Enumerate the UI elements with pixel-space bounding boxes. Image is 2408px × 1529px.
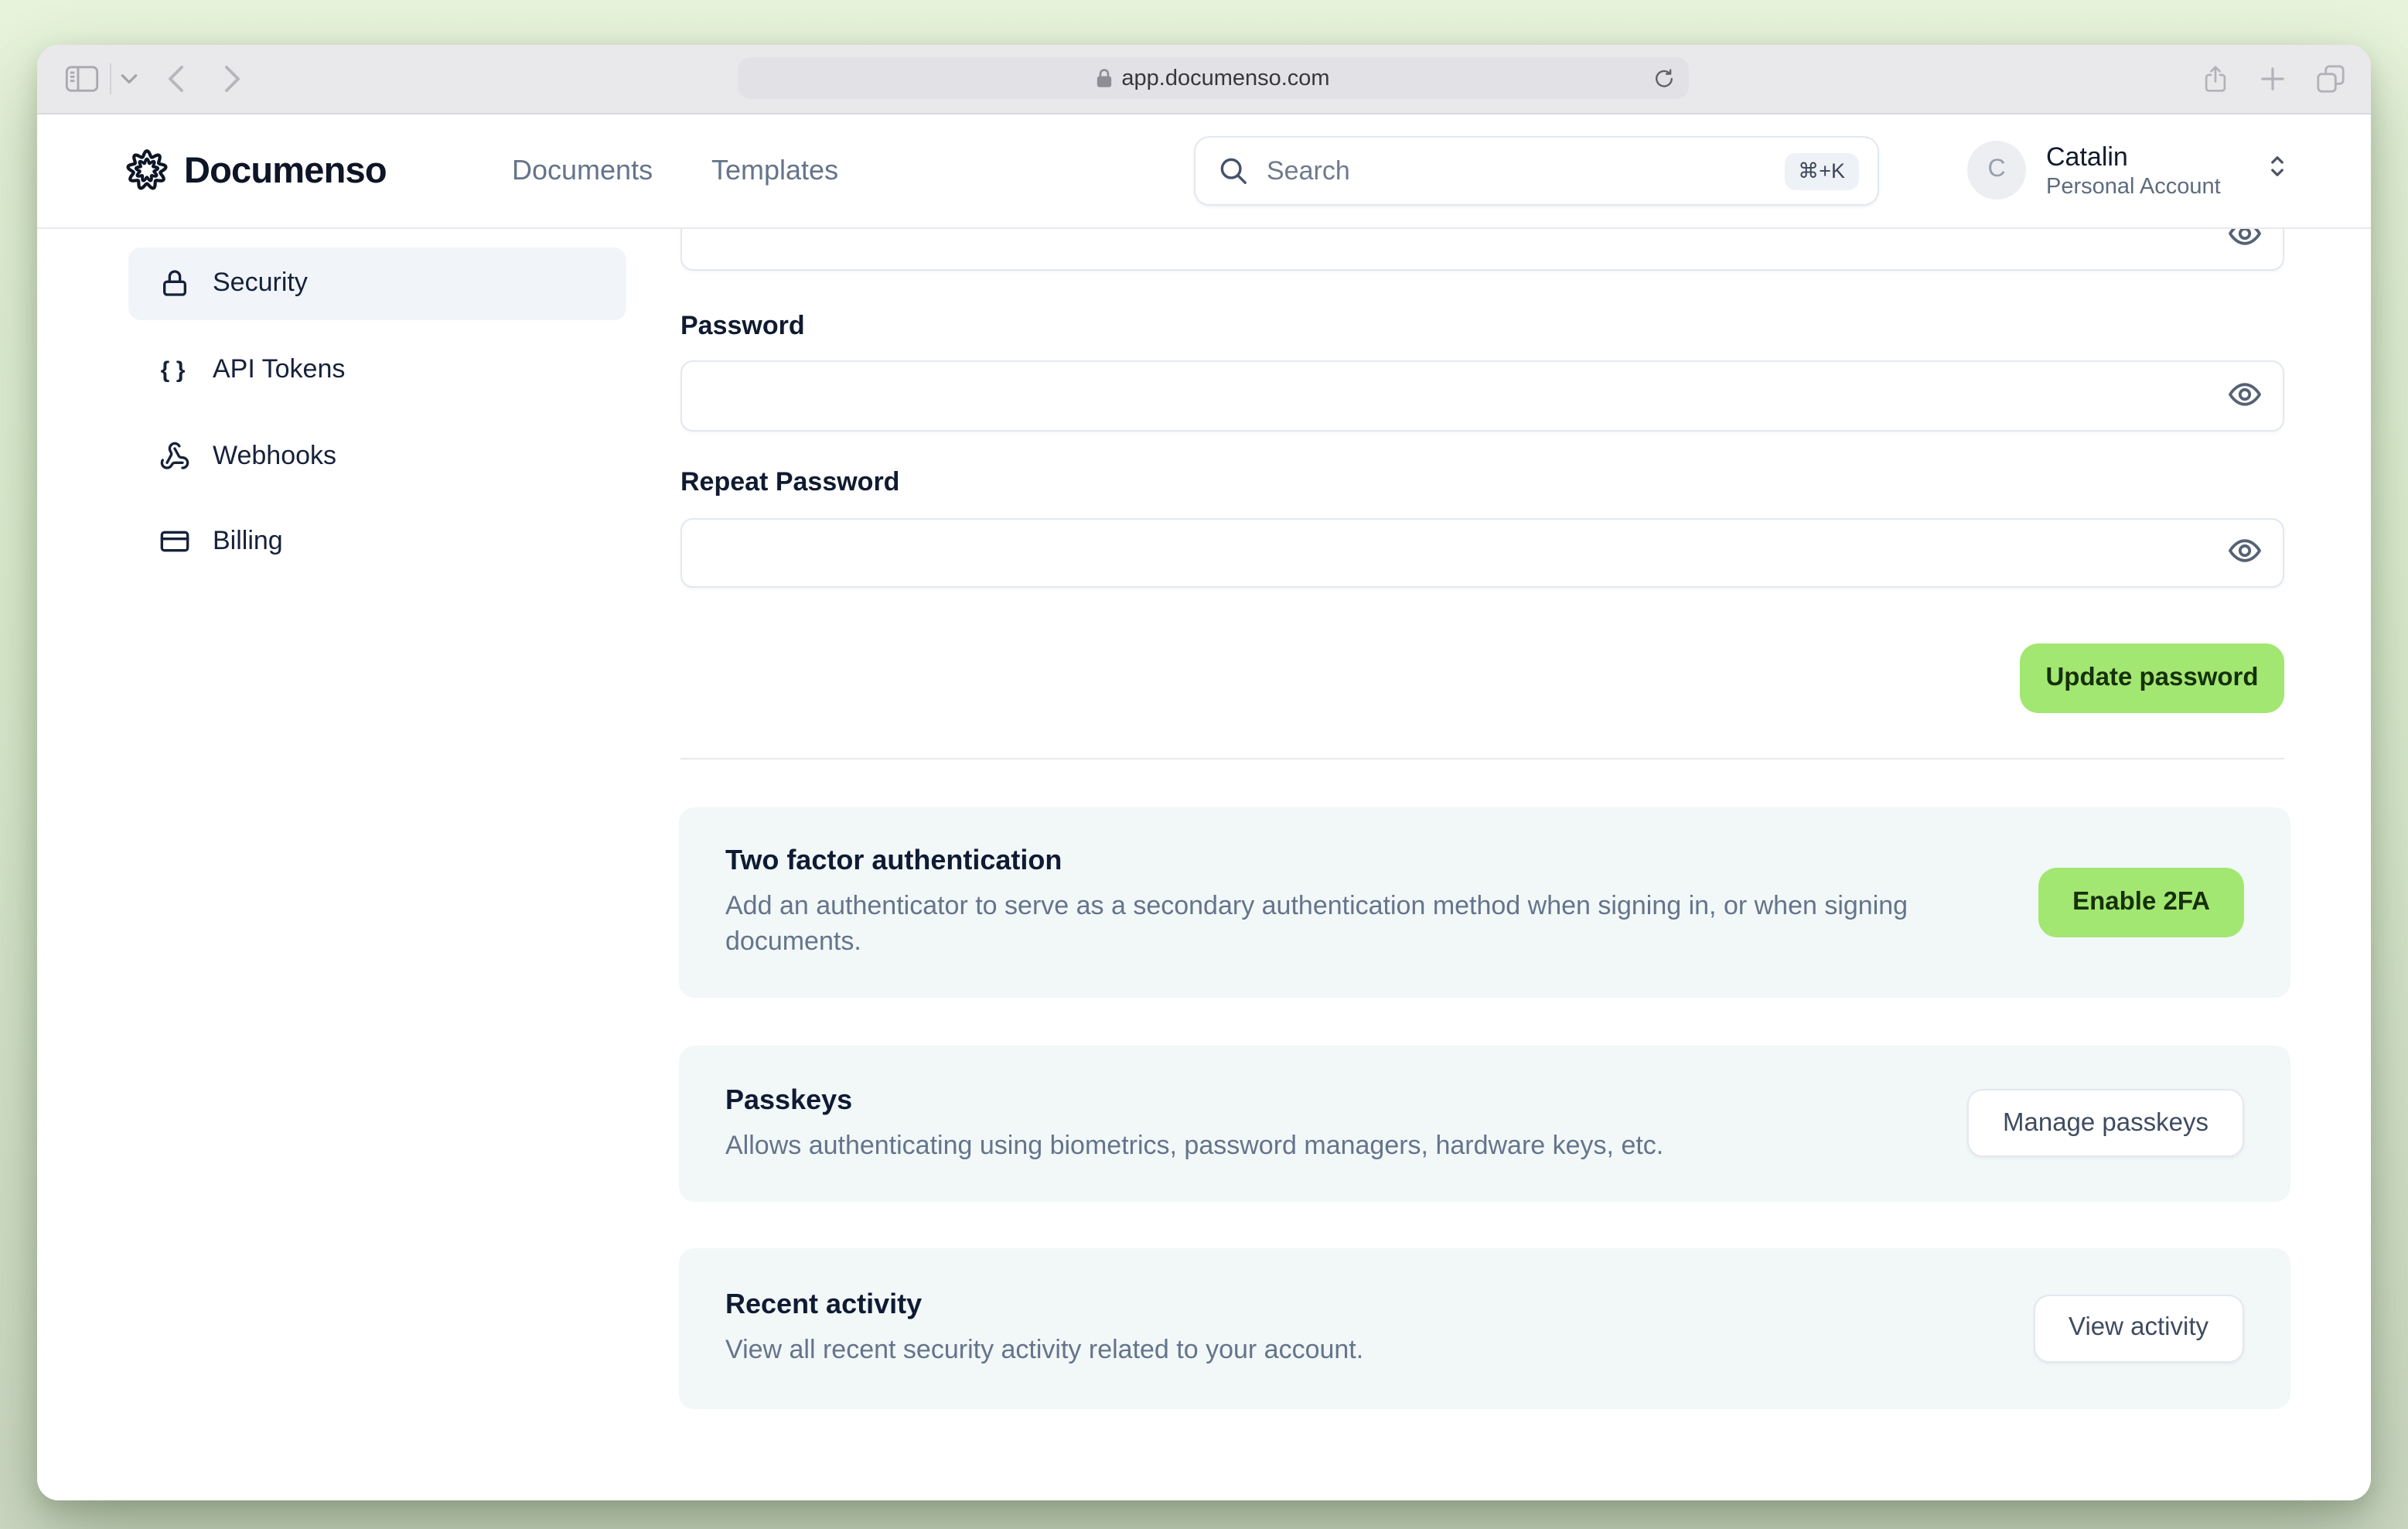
repeat-password-label: Repeat Password	[680, 467, 900, 497]
repeat-password-field	[680, 517, 2284, 588]
share-icon[interactable]	[2202, 64, 2229, 94]
brand-home-link[interactable]: Documenso	[124, 114, 387, 227]
documenso-logo-icon	[126, 149, 168, 190]
card-description: View all recent security activity relate…	[725, 1335, 1364, 1364]
sidebar-panel-icon[interactable]	[65, 65, 99, 92]
section-divider	[680, 757, 2284, 759]
brand-name: Documenso	[184, 149, 387, 189]
eye-icon	[2227, 228, 2261, 244]
card-title: Two factor authentication	[725, 845, 1062, 875]
tab-overview-icon[interactable]	[2317, 64, 2345, 93]
recent-activity-text: Recent activity View all recent security…	[725, 1288, 1363, 1367]
browser-window: app.documenso.com Documenso Documents Te…	[37, 45, 2371, 1500]
view-activity-button[interactable]: View activity	[2033, 1294, 2244, 1362]
new-tab-icon[interactable]	[2261, 67, 2284, 90]
sidebar-item-label: Webhooks	[213, 440, 337, 469]
two-factor-text: Two factor authentication Add an authent…	[725, 845, 1963, 959]
password-input[interactable]	[682, 361, 2283, 429]
reload-icon[interactable]	[1653, 67, 1675, 89]
sidebar-item-label: API Tokens	[213, 354, 346, 384]
app-header: Documenso Documents Templates Search ⌘+K…	[37, 114, 2371, 228]
card-title: Recent activity	[725, 1288, 923, 1319]
nav-templates[interactable]: Templates	[711, 114, 838, 227]
address-bar[interactable]: app.documenso.com	[738, 57, 1689, 99]
toggle-visibility-button[interactable]	[2226, 536, 2263, 570]
toggle-visibility-button[interactable]	[2226, 378, 2263, 412]
back-icon[interactable]	[167, 65, 184, 93]
search-icon	[1220, 158, 1247, 184]
toolbar-divider	[110, 63, 111, 94]
passkeys-card: Passkeys Allows authenticating using bio…	[679, 1045, 2290, 1201]
card-description: Allows authenticating using biometrics, …	[725, 1130, 1664, 1159]
manage-passkeys-button[interactable]: Manage passkeys	[1967, 1089, 2244, 1157]
search-input[interactable]: Search ⌘+K	[1194, 136, 1879, 206]
repeat-password-input[interactable]	[682, 519, 2283, 586]
sidebar-item-security[interactable]: Security	[128, 247, 626, 319]
chevron-down-icon[interactable]	[121, 73, 138, 84]
search-placeholder: Search	[1267, 155, 1350, 185]
update-password-button[interactable]: Update password	[2020, 643, 2284, 713]
passkeys-text: Passkeys Allows authenticating using bio…	[725, 1084, 1663, 1162]
eye-icon	[2227, 539, 2261, 563]
account-menu[interactable]: C Catalin Personal Account	[1967, 114, 2289, 227]
account-name: Catalin	[2046, 142, 2128, 171]
padlock-icon	[1097, 69, 1112, 87]
sidebar-item-billing[interactable]: Billing	[128, 505, 626, 578]
url-text: app.documenso.com	[1121, 66, 1330, 90]
current-password-input[interactable]	[682, 228, 2283, 268]
sidebar-item-api-tokens[interactable]: { } API Tokens	[128, 333, 626, 406]
password-label: Password	[680, 310, 805, 340]
credit-card-icon	[159, 531, 189, 552]
nav-documents[interactable]: Documents	[512, 114, 653, 227]
webhook-icon	[159, 441, 189, 469]
chevrons-up-down-icon	[2266, 152, 2289, 189]
password-field	[680, 360, 2284, 431]
eye-icon	[2227, 382, 2261, 405]
curly-braces-icon: { }	[160, 357, 188, 383]
two-factor-card: Two factor authentication Add an authent…	[679, 807, 2290, 997]
lock-icon	[162, 270, 186, 296]
sidebar-item-label: Security	[213, 268, 308, 297]
toggle-visibility-button[interactable]	[2226, 228, 2263, 251]
sidebar-item-webhooks[interactable]: Webhooks	[128, 419, 626, 492]
card-title: Passkeys	[725, 1084, 853, 1114]
sidebar-item-label: Billing	[213, 526, 283, 555]
app-body: Security { } API Tokens Webhooks Billing	[37, 228, 2371, 1500]
browser-toolbar: app.documenso.com	[37, 45, 2371, 114]
avatar: C	[1967, 141, 2026, 200]
card-description: Add an authenticator to serve as a secon…	[725, 891, 1908, 956]
current-password-field	[680, 228, 2284, 270]
account-type: Personal Account	[2046, 174, 2221, 199]
enable-2fa-button[interactable]: Enable 2FA	[2038, 867, 2244, 937]
desktop: app.documenso.com Documenso Documents Te…	[0, 0, 2408, 1529]
search-shortcut-badge: ⌘+K	[1784, 152, 1859, 189]
recent-activity-card: Recent activity View all recent security…	[679, 1247, 2290, 1408]
forward-icon[interactable]	[224, 65, 241, 93]
